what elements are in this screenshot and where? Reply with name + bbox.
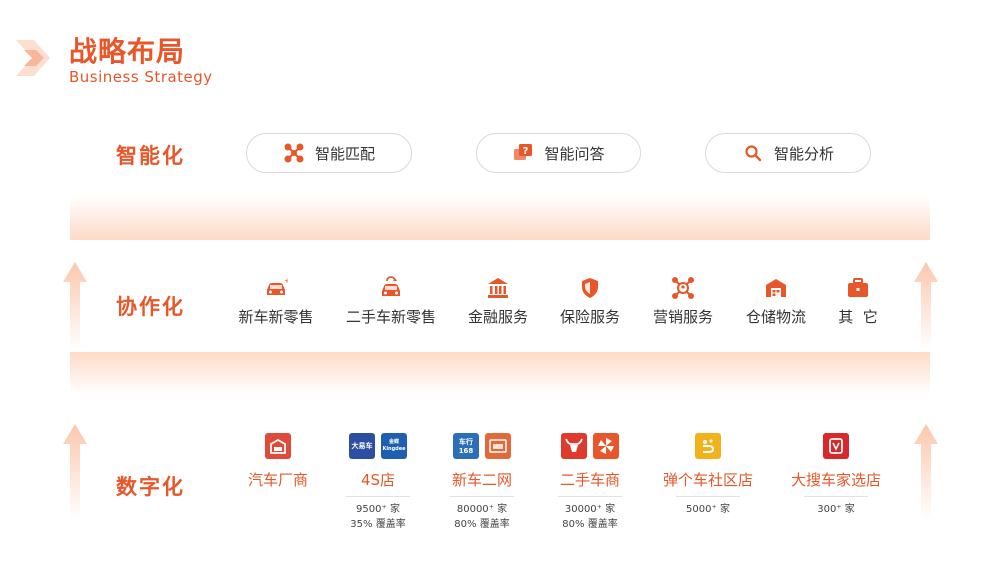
brand-chevron-icon [16,40,50,76]
pill-smart-analysis[interactable]: 智能分析 [705,133,871,173]
collab-item-marketing[interactable]: 营销服务 [638,276,728,327]
page-title: 战略布局 [69,35,186,68]
stat-coverage: 80% 覆盖率 [454,519,510,530]
collab-item-used-car-retail[interactable]: 二手车新零售 [346,276,436,327]
collab-item-insurance[interactable]: 保险服务 [545,276,635,327]
stat-count: 5000⁺ 家 [686,504,730,515]
bank-icon [488,278,508,298]
digital-item-automakers[interactable]: 汽车厂商 [223,433,333,490]
new-car-icon: + [267,277,288,295]
divider [346,496,410,497]
divider [558,496,622,497]
collab-label: 二手车新零售 [346,308,437,326]
dasouche-logo-icon [823,433,849,459]
stat-count: 9500⁺ 家 [356,504,400,515]
up-arrow-right-bottom-icon [914,424,938,520]
digital-item-tangeche-community-store[interactable]: 弹个车社区店 5000⁺ 家 [653,433,763,517]
collab-label: 保险服务 [559,308,620,326]
digital-item-4s-dealers[interactable]: 大易车 金蝶 Kingdee 4S店 9500⁺ 家 35% 覆盖率 [323,433,433,532]
search-icon [742,142,764,164]
collab-item-other[interactable]: 其 它 [813,276,903,327]
pill-label: 智能问答 [544,144,605,163]
collab-label: 新车新零售 [238,308,314,326]
svg-text:?: ? [523,146,529,157]
row-label-intelligent: 智能化 [116,144,185,168]
stat-coverage: 35% 覆盖率 [350,519,406,530]
digital-item-dasouche-select-store[interactable]: 大搜车家选店 300⁺ 家 [781,433,891,517]
gradient-band-lower [70,352,930,394]
stat-coverage: 80% 覆盖率 [562,519,618,530]
collab-label: 营销服务 [652,308,713,326]
up-arrow-right-middle-icon [914,262,938,350]
page-subtitle: Business Strategy [69,68,213,86]
collab-label: 其 它 [838,308,878,326]
digital-label: 弹个车社区店 [662,471,753,489]
stat-count: 30000⁺ 家 [564,504,616,515]
up-arrow-left-middle-icon [63,262,87,350]
stat-count: 300⁺ 家 [817,504,855,515]
pill-label: 智能匹配 [314,144,375,163]
digital-label: 汽车厂商 [247,471,308,489]
showroom-logo-icon [485,433,511,459]
warehouse-icon [766,279,786,297]
collab-item-finance[interactable]: 金融服务 [453,276,543,327]
pill-smart-matching[interactable]: 智能匹配 [246,133,412,173]
collab-label: 仓储物流 [745,308,806,326]
question-chat-icon: ? [512,142,534,164]
factory-logo-icon [265,433,291,459]
gradient-band-upper [70,196,930,240]
network-nodes-icon [283,142,305,164]
pill-label: 智能分析 [773,144,834,163]
pill-smart-qa[interactable]: ? 智能问答 [476,133,641,173]
collab-item-logistics[interactable]: 仓储物流 [731,276,821,327]
row-label-collaborative: 协作化 [116,295,185,319]
shield-icon [582,278,598,298]
divider [450,496,514,497]
row-label-digital: 数字化 [116,475,185,499]
collab-label: 金融服务 [467,308,528,326]
briefcase-icon [848,278,868,297]
stat-count: 80000⁺ 家 [456,504,508,515]
digital-label: 大搜车家选店 [790,471,881,489]
digital-label: 新车二网 [451,471,512,489]
digital-item-used-car-dealers[interactable]: 二手车商 30000⁺ 家 80% 覆盖率 [535,433,645,532]
digital-item-secondary-network[interactable]: 车行168 新车二网 80000⁺ 家 80% 覆盖率 [427,433,537,532]
up-arrow-left-bottom-icon [63,424,87,520]
divider [676,496,740,497]
svg-text:+: + [284,277,288,285]
bull-logo-icon [561,433,587,459]
digital-label: 二手车商 [559,471,620,489]
chexing168-logo-icon: 车行168 [453,433,479,459]
marketing-network-icon [672,277,694,299]
collab-item-new-car-retail[interactable]: + 新车新零售 [231,276,321,327]
tangeche-logo-icon [695,433,721,459]
dayiche-logo-icon: 大易车 [349,433,375,459]
used-car-icon [382,276,400,296]
divider [804,496,868,497]
digital-label: 4S店 [360,471,396,489]
kingdee-logo-icon: 金蝶 Kingdee [381,433,407,459]
pinwheel-logo-icon [593,433,619,459]
